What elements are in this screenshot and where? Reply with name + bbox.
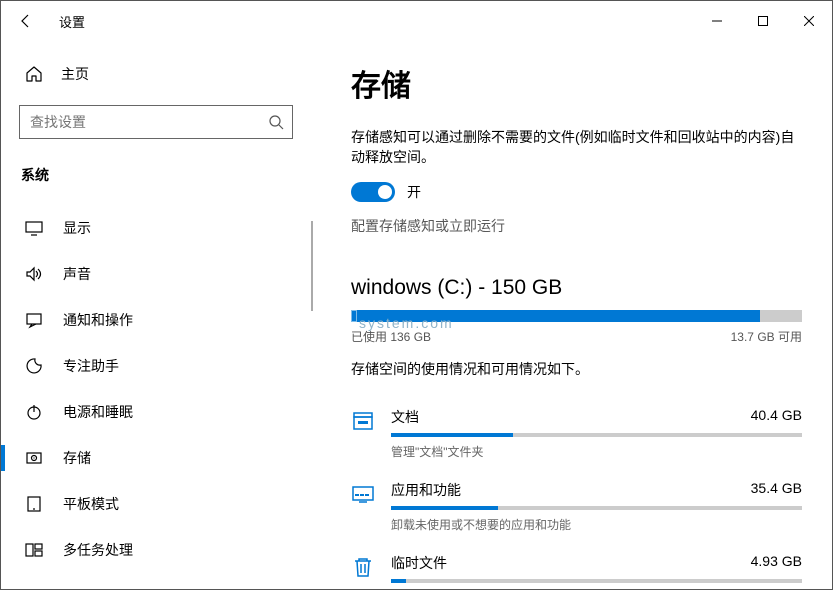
configure-storage-sense-link[interactable]: 配置存储感知或立即运行 xyxy=(351,216,802,236)
search-input[interactable] xyxy=(20,106,292,138)
nav-storage[interactable]: 存储 xyxy=(1,435,311,481)
nav-notifications[interactable]: 通知和操作 xyxy=(1,297,311,343)
tablet-icon xyxy=(21,495,47,513)
minimize-button[interactable] xyxy=(694,5,740,37)
drive-usage-bar xyxy=(351,310,802,322)
nav-power[interactable]: 电源和睡眠 xyxy=(1,389,311,435)
storage-sense-toggle[interactable] xyxy=(351,182,395,202)
drive-used-text: 已使用 136 GB xyxy=(351,328,431,345)
category-apps[interactable]: 应用和功能35.4 GB 卸载未使用或不想要的应用和功能 xyxy=(351,470,802,543)
nav-focus-assist[interactable]: 专注助手 xyxy=(1,343,311,389)
nav-multitask[interactable]: 多任务处理 xyxy=(1,527,311,573)
search-icon xyxy=(268,114,284,130)
focus-icon xyxy=(21,357,47,375)
page-title: 存储 xyxy=(351,61,802,105)
window-title: 设置 xyxy=(59,12,85,31)
trash-icon xyxy=(351,553,391,589)
maximize-button[interactable] xyxy=(740,5,786,37)
home-link[interactable]: 主页 xyxy=(1,61,311,105)
multitask-icon xyxy=(21,541,47,559)
home-label: 主页 xyxy=(61,64,89,84)
back-button[interactable] xyxy=(11,6,41,36)
scroll-indicator[interactable] xyxy=(311,221,313,311)
power-icon xyxy=(21,403,47,421)
window-controls xyxy=(694,5,832,37)
main-content: 存储 存储感知可以通过删除不需要的文件(例如临时文件和回收站中的内容)自动释放空… xyxy=(311,41,832,589)
category-temp[interactable]: 临时文件4.93 GB 选择要删除的临时文件 xyxy=(351,543,802,589)
drive-stats: 已使用 136 GB 13.7 GB 可用 xyxy=(351,328,802,345)
display-icon xyxy=(21,219,47,237)
drive-free-text: 13.7 GB 可用 xyxy=(731,328,802,345)
storage-sense-description: 存储感知可以通过删除不需要的文件(例如临时文件和回收站中的内容)自动释放空间。 xyxy=(351,127,802,168)
nav-sound[interactable]: 声音 xyxy=(1,251,311,297)
toggle-label: 开 xyxy=(407,182,421,202)
drive-title: windows (C:) - 150 GB xyxy=(351,276,802,300)
home-icon xyxy=(21,65,47,83)
search-box[interactable] xyxy=(19,105,293,139)
nav-display[interactable]: 显示 xyxy=(1,205,311,251)
notification-icon xyxy=(21,311,47,329)
section-header: 系统 xyxy=(1,159,311,205)
usage-description: 存储空间的使用情况和可用情况如下。 xyxy=(351,359,802,379)
apps-icon xyxy=(351,480,391,533)
category-documents[interactable]: 文档40.4 GB 管理"文档"文件夹 xyxy=(351,397,802,470)
sidebar: 主页 系统 显示 声音 通知和操作 专注助手 xyxy=(1,41,311,589)
titlebar: 设置 xyxy=(1,1,832,41)
sound-icon xyxy=(21,265,47,283)
documents-icon xyxy=(351,407,391,460)
storage-icon xyxy=(21,449,47,467)
nav-tablet[interactable]: 平板模式 xyxy=(1,481,311,527)
close-button[interactable] xyxy=(786,5,832,37)
